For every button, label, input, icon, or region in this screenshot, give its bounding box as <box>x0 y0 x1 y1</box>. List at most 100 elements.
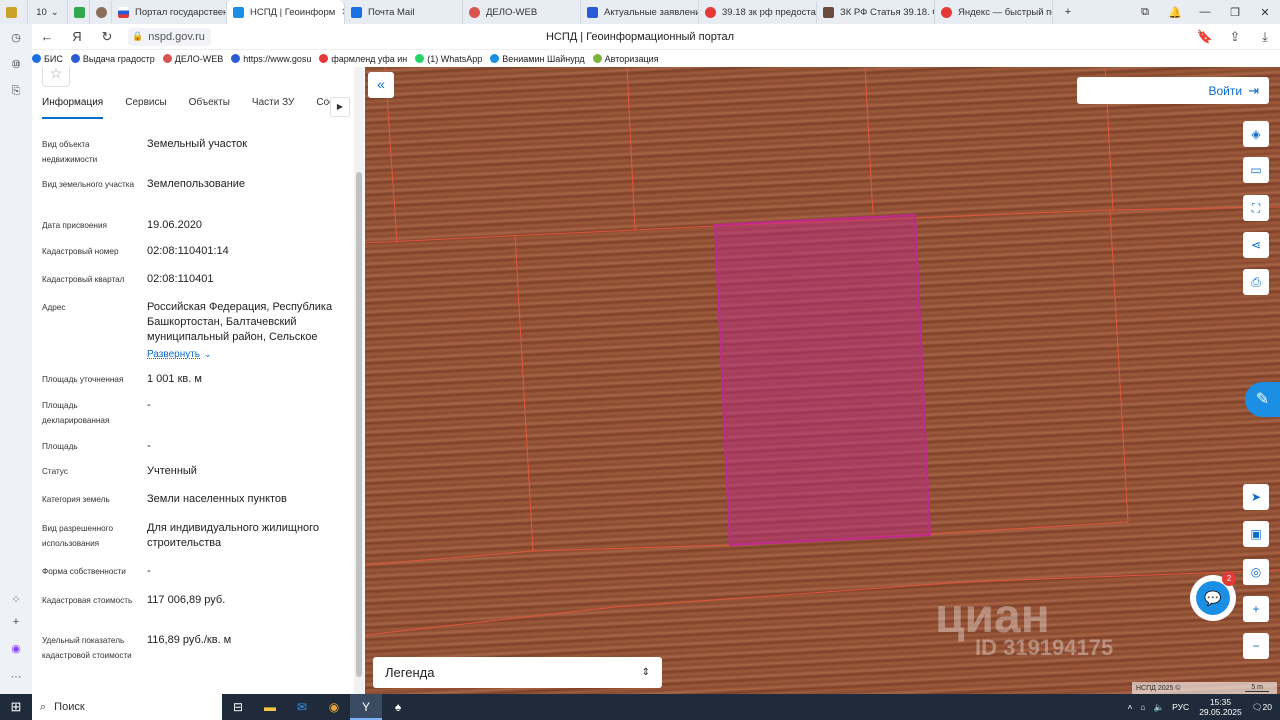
reload-icon[interactable]: ↻ <box>92 29 122 45</box>
ruler-icon[interactable]: ▭ <box>1243 157 1269 183</box>
tab-label: Актуальные заявлени <box>604 6 699 18</box>
tab-information[interactable]: Информация <box>42 97 104 119</box>
bookmark-item[interactable]: https://www.gosu <box>231 54 311 64</box>
chrome-icon[interactable]: ◉ <box>318 694 350 720</box>
row-value: 117 006,89 руб. <box>147 594 226 606</box>
alice-icon[interactable]: ◉ <box>8 641 24 657</box>
tab-counter[interactable]: 10 ⌄ <box>28 1 68 23</box>
bookmark-item[interactable]: (1) WhatsApp <box>415 54 482 64</box>
network-icon[interactable]: ⌂ <box>1140 702 1145 712</box>
zoom-in-button[interactable]: + <box>1243 596 1269 622</box>
browser-menu-icon[interactable] <box>0 1 28 23</box>
favorite-star-icon[interactable]: ☆ <box>42 67 70 87</box>
sort-arrows-icon: ⇕ <box>641 667 650 678</box>
bookmark-item[interactable]: фармленд уфа ин <box>319 54 407 64</box>
legend-dropdown[interactable]: Легенда ⇕ <box>373 657 662 688</box>
solitaire-icon[interactable]: ♠ <box>382 694 414 720</box>
search-location-icon[interactable]: ◎ <box>1243 559 1269 585</box>
tab-statements[interactable]: Актуальные заявлени <box>581 1 699 23</box>
tabs-scroll-right-icon[interactable]: ▶ <box>330 97 350 117</box>
taskbar-search[interactable]: ⌕ Поиск <box>32 694 222 720</box>
profile-icon[interactable] <box>90 1 112 23</box>
selected-parcel[interactable] <box>713 213 932 547</box>
new-tab-button[interactable]: + <box>1053 6 1083 18</box>
bookmark-label: Авторизация <box>604 53 659 64</box>
chevron-down-icon: ⌄ <box>204 349 212 359</box>
address-bar: ← Я ↻ 🔒 nspd.gov.ru 🔖 ⇪ ⤓ НСПД | Геоинфор… <box>0 24 1280 50</box>
login-button[interactable]: Войти ⇥ <box>1077 77 1269 104</box>
minimize-icon[interactable]: — <box>1190 6 1220 18</box>
tab-gosuslugi[interactable]: Портал государственн <box>112 1 227 23</box>
row-label: Площадь <box>42 442 78 451</box>
close-window-icon[interactable]: ✕ <box>1250 6 1280 19</box>
bookmark-item[interactable]: БИС <box>32 54 63 64</box>
url-field[interactable]: 🔒 nspd.gov.ru <box>128 27 211 46</box>
chat-bot-icon[interactable]: ✎ <box>1245 382 1280 417</box>
bookmark-label: ДЕЛО-WEB <box>174 53 224 64</box>
print-icon[interactable]: ⎙ <box>1243 269 1269 295</box>
add-icon[interactable]: + <box>8 614 24 630</box>
expand-address-link[interactable]: Развернуть ⌄ <box>147 347 347 362</box>
tab-search-icon[interactable]: ⧉ <box>1130 6 1160 19</box>
history-icon[interactable]: ◷ <box>8 30 24 46</box>
boundary-line <box>1109 209 1129 523</box>
tabs-count-icon[interactable]: ⑩ <box>8 57 24 73</box>
tab-nspd[interactable]: НСПД | Геоинформ✕ <box>227 0 345 24</box>
download-icon[interactable]: ⤓ <box>1250 29 1280 45</box>
restore-icon[interactable]: ❐ <box>1220 6 1250 19</box>
notifications-icon[interactable]: 🔔 <box>1160 6 1190 19</box>
tab-land-parts[interactable]: Части ЗУ <box>252 97 294 119</box>
outlook-icon[interactable]: ✉ <box>286 694 318 720</box>
yandex-icon[interactable]: Я <box>62 29 92 44</box>
tab-zk-search[interactable]: 39.18 зк рф предостав <box>699 1 817 23</box>
screenshot-icon[interactable]: ⎘ <box>8 83 24 99</box>
login-label: Войти <box>1208 83 1243 98</box>
row-label: Кадастровый номер <box>42 247 119 256</box>
tab-objects[interactable]: Объекты <box>189 97 230 119</box>
search-placeholder: Поиск <box>54 701 85 713</box>
row-value: Земли населенных пунктов <box>147 493 287 505</box>
back-icon[interactable]: ← <box>32 29 62 44</box>
more-icon[interactable]: ··· <box>8 669 24 685</box>
tab-yandex[interactable]: Яндекс — быстрый по <box>935 1 1053 23</box>
tab-zk-article[interactable]: ЗК РФ Статья 39.18. Ос <box>817 1 935 23</box>
notification-center-icon[interactable]: 🗨20 <box>1252 702 1272 713</box>
language-indicator[interactable]: РУС <box>1172 702 1189 712</box>
bookmark-item[interactable]: ДЕЛО-WEB <box>162 53 224 64</box>
volume-icon[interactable]: 🔈 <box>1154 702 1165 713</box>
bookmark-item[interactable]: Вениамин Шайнурд <box>490 54 585 64</box>
tray-up-icon[interactable]: ˄ <box>1127 702 1132 712</box>
layers-icon[interactable]: ◈ <box>1243 121 1269 147</box>
bookmark-item[interactable]: Авторизация <box>592 53 659 64</box>
row-value: 02:08:110401 <box>147 273 214 285</box>
tab-mail[interactable]: Почта Mail <box>345 1 463 23</box>
bookmark-item[interactable]: Выдача градостр <box>70 54 155 64</box>
login-icon: ⇥ <box>1248 82 1259 98</box>
zoom-out-button[interactable]: − <box>1243 633 1269 659</box>
tab-services[interactable]: Сервисы <box>125 97 166 119</box>
apps-icon[interactable]: ⁘ <box>8 592 24 608</box>
tab-delo[interactable]: ДЕЛО-WEB <box>463 1 581 23</box>
windows-start-icon[interactable]: ⊞ <box>0 699 32 715</box>
collections-icon[interactable] <box>68 1 90 23</box>
panel-scrollbar-thumb[interactable] <box>356 172 362 677</box>
map-view[interactable]: циан ID 319194175 « Войти ⇥ ◈ ▭ ⛶ ⋖ ⎙ ✎ ➤… <box>365 67 1280 694</box>
share-icon[interactable]: ⋖ <box>1243 232 1269 258</box>
yandex-browser-icon[interactable]: Y <box>350 694 382 720</box>
bookmark-label: фармленд уфа ин <box>331 53 408 64</box>
minimap-icon[interactable]: ▣ <box>1243 521 1269 547</box>
file-explorer-icon[interactable]: ▬ <box>254 694 286 720</box>
geolocation-icon[interactable]: ➤ <box>1243 484 1269 510</box>
bookmark-label: БИС <box>44 53 63 64</box>
support-badge: 2 <box>1222 572 1236 586</box>
clock[interactable]: 15:35 29.05.2025 <box>1199 697 1242 717</box>
tab-label: 39.18 зк рф предостав <box>722 6 817 18</box>
boundary-line <box>514 234 534 552</box>
collapse-panel-button[interactable]: « <box>368 72 394 98</box>
row-label: Вид объекта недвижимости <box>42 140 98 164</box>
task-view-icon[interactable]: ⊟ <box>222 694 254 720</box>
share-icon[interactable]: ⇪ <box>1220 29 1250 45</box>
area-select-icon[interactable]: ⛶ <box>1243 195 1269 221</box>
bookmark-icon[interactable]: 🔖 <box>1190 29 1220 45</box>
map-attribution: НСПД 2025 © 5 m <box>1132 682 1277 694</box>
